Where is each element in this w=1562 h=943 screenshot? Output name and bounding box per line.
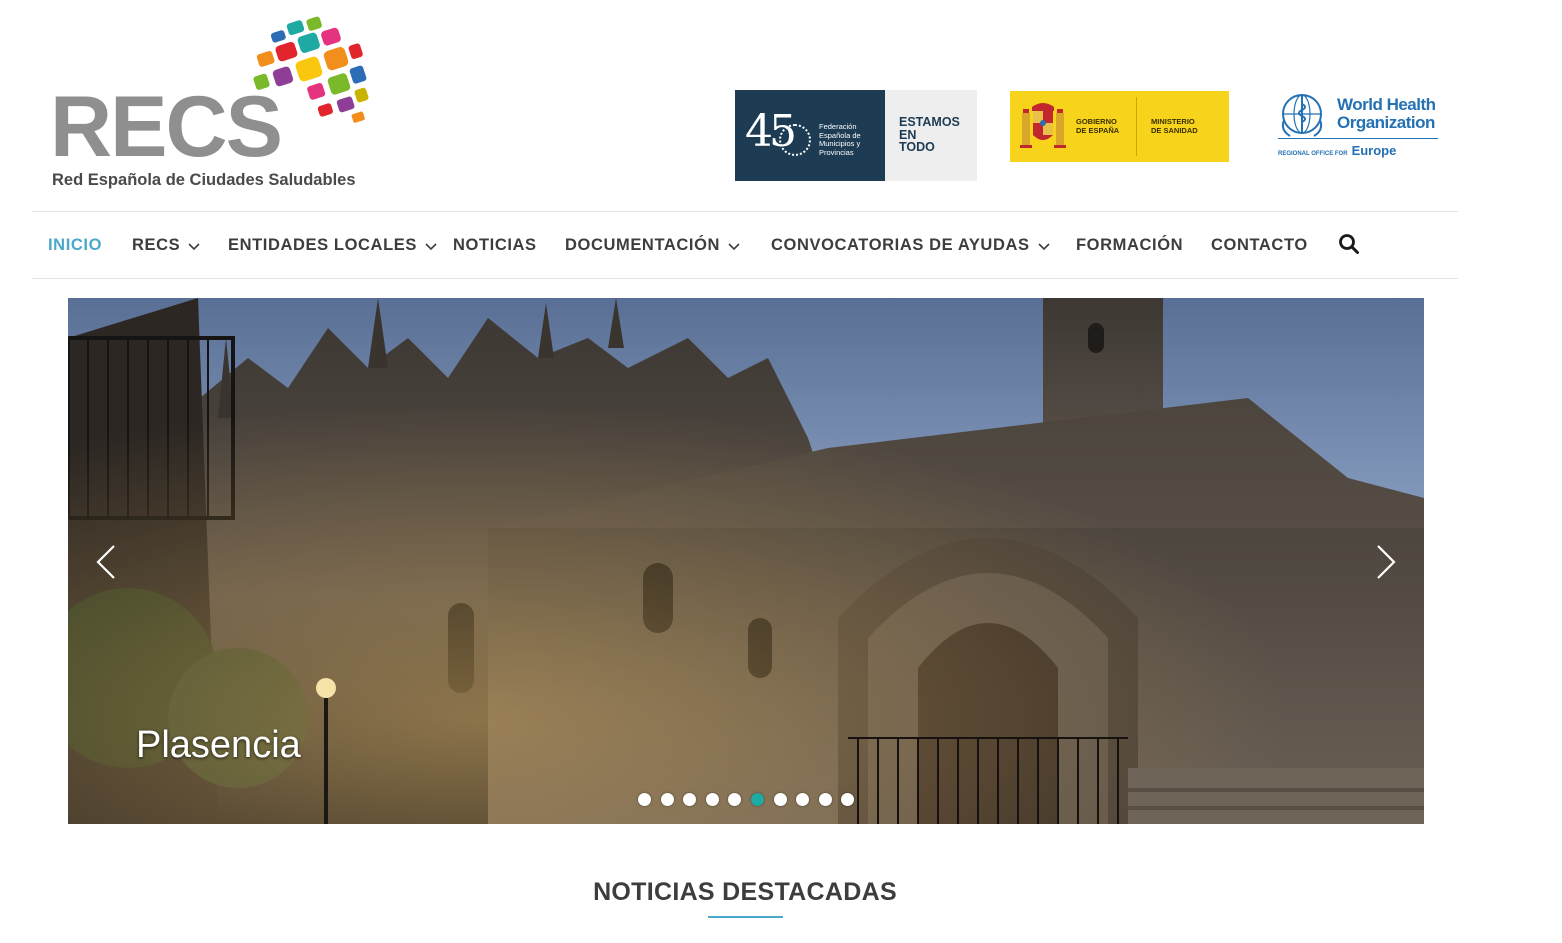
- nav-item-inicio[interactable]: INICIO: [48, 236, 102, 255]
- nav-item-entidades-locales[interactable]: ENTIDADES LOCALES: [228, 236, 438, 255]
- chevron-down-icon: [1038, 242, 1050, 250]
- logo-wordmark: RECS: [50, 79, 283, 175]
- coat-of-arms-icon: [1010, 91, 1076, 162]
- ministerio-label-line: MINISTERIO: [1151, 117, 1195, 126]
- gobierno-label-line: DE ESPAÑA: [1076, 126, 1120, 135]
- logo-subtitle: Red Española de Ciudades Saludables: [52, 171, 356, 189]
- who-name-line: World Health: [1337, 95, 1436, 114]
- who-europe-logo[interactable]: World Health Organization REGIONAL OFFIC…: [1278, 90, 1448, 160]
- site-logo[interactable]: RECS Red Española de Ciudades Saludables: [48, 14, 388, 194]
- slider-dot[interactable]: [683, 793, 697, 806]
- gobierno-label: GOBIERNO DE ESPAÑA: [1076, 91, 1136, 162]
- slide-caption: Plasencia: [136, 724, 301, 766]
- search-icon[interactable]: [1338, 233, 1360, 255]
- nav-item-contacto[interactable]: CONTACTO: [1211, 236, 1308, 255]
- nav-item-convocatorias[interactable]: CONVOCATORIAS DE AYUDAS: [771, 236, 1051, 255]
- femp-name: Federación Española de Municipios y Prov…: [819, 122, 881, 157]
- femp-logo-panel: 45 Federación Española de Municipios y P…: [735, 90, 885, 181]
- slider-dot[interactable]: [796, 793, 810, 806]
- nav-divider: [32, 278, 1458, 279]
- femp-slogan-line: TODO: [899, 140, 935, 154]
- who-region-prefix: REGIONAL OFFICE FOR: [1278, 151, 1348, 157]
- main-nav: INICIO RECS ENTIDADES LOCALES NOTICIAS D…: [32, 212, 1458, 278]
- who-region-name: Europe: [1351, 143, 1397, 158]
- who-divider: [1278, 138, 1438, 139]
- nav-item-label: ENTIDADES LOCALES: [228, 236, 417, 254]
- chevron-down-icon: [728, 242, 740, 250]
- hero-slider: Plasencia: [68, 298, 1424, 824]
- chevron-down-icon: [188, 242, 200, 250]
- nav-item-label: INICIO: [48, 236, 103, 254]
- who-name-line: Organization: [1337, 113, 1435, 132]
- femp-slogan: ESTAMOS EN TODO: [885, 90, 977, 181]
- who-region: REGIONAL OFFICE FOR Europe: [1278, 143, 1396, 158]
- chevron-down-icon: [425, 242, 437, 250]
- section-title: NOTICIAS DESTACADAS: [593, 878, 897, 906]
- nav-item-label: CONVOCATORIAS DE AYUDAS: [771, 236, 1030, 254]
- ministerio-label-line: DE SANIDAD: [1151, 126, 1198, 135]
- nav-item-label: CONTACTO: [1211, 236, 1308, 254]
- femp-logo[interactable]: 45 Federación Española de Municipios y P…: [735, 90, 977, 181]
- chevron-left-icon[interactable]: [94, 542, 118, 582]
- nav-item-formacion[interactable]: FORMACIÓN: [1076, 236, 1183, 255]
- chevron-right-icon[interactable]: [1374, 542, 1398, 582]
- femp-slogan-line: ESTAMOS: [899, 115, 960, 129]
- gobierno-label-line: GOBIERNO: [1076, 117, 1117, 126]
- nav-item-label: FORMACIÓN: [1076, 236, 1184, 254]
- slider-dot[interactable]: [638, 793, 651, 806]
- partner-logos: 45 Federación Española de Municipios y P…: [735, 88, 1455, 184]
- slider-dot[interactable]: [818, 793, 832, 806]
- slider-dot[interactable]: [841, 793, 855, 806]
- nav-item-documentacion[interactable]: DOCUMENTACIÓN: [565, 236, 741, 255]
- nav-item-label: DOCUMENTACIÓN: [565, 236, 721, 254]
- who-name: World Health Organization: [1337, 96, 1436, 132]
- nav-item-recs[interactable]: RECS: [132, 236, 201, 255]
- nav-item-noticias[interactable]: NOTICIAS: [453, 236, 537, 255]
- slider-pagination: [638, 793, 868, 807]
- slider-dot[interactable]: [660, 793, 674, 806]
- slider-dot[interactable]: [751, 793, 764, 806]
- femp-name-line: Provincias: [819, 147, 854, 157]
- section-title-underline: [708, 916, 783, 918]
- nav-item-label: RECS: [132, 236, 181, 254]
- eu-stars-icon: [779, 124, 811, 156]
- slider-dot[interactable]: [773, 793, 787, 806]
- slider-dot[interactable]: [728, 793, 742, 806]
- slider-dot[interactable]: [705, 793, 719, 806]
- ministerio-label: MINISTERIO DE SANIDAD: [1137, 91, 1198, 162]
- nav-item-label: NOTICIAS: [453, 236, 537, 254]
- gobierno-logo[interactable]: GOBIERNO DE ESPAÑA MINISTERIO DE SANIDAD: [1010, 91, 1229, 162]
